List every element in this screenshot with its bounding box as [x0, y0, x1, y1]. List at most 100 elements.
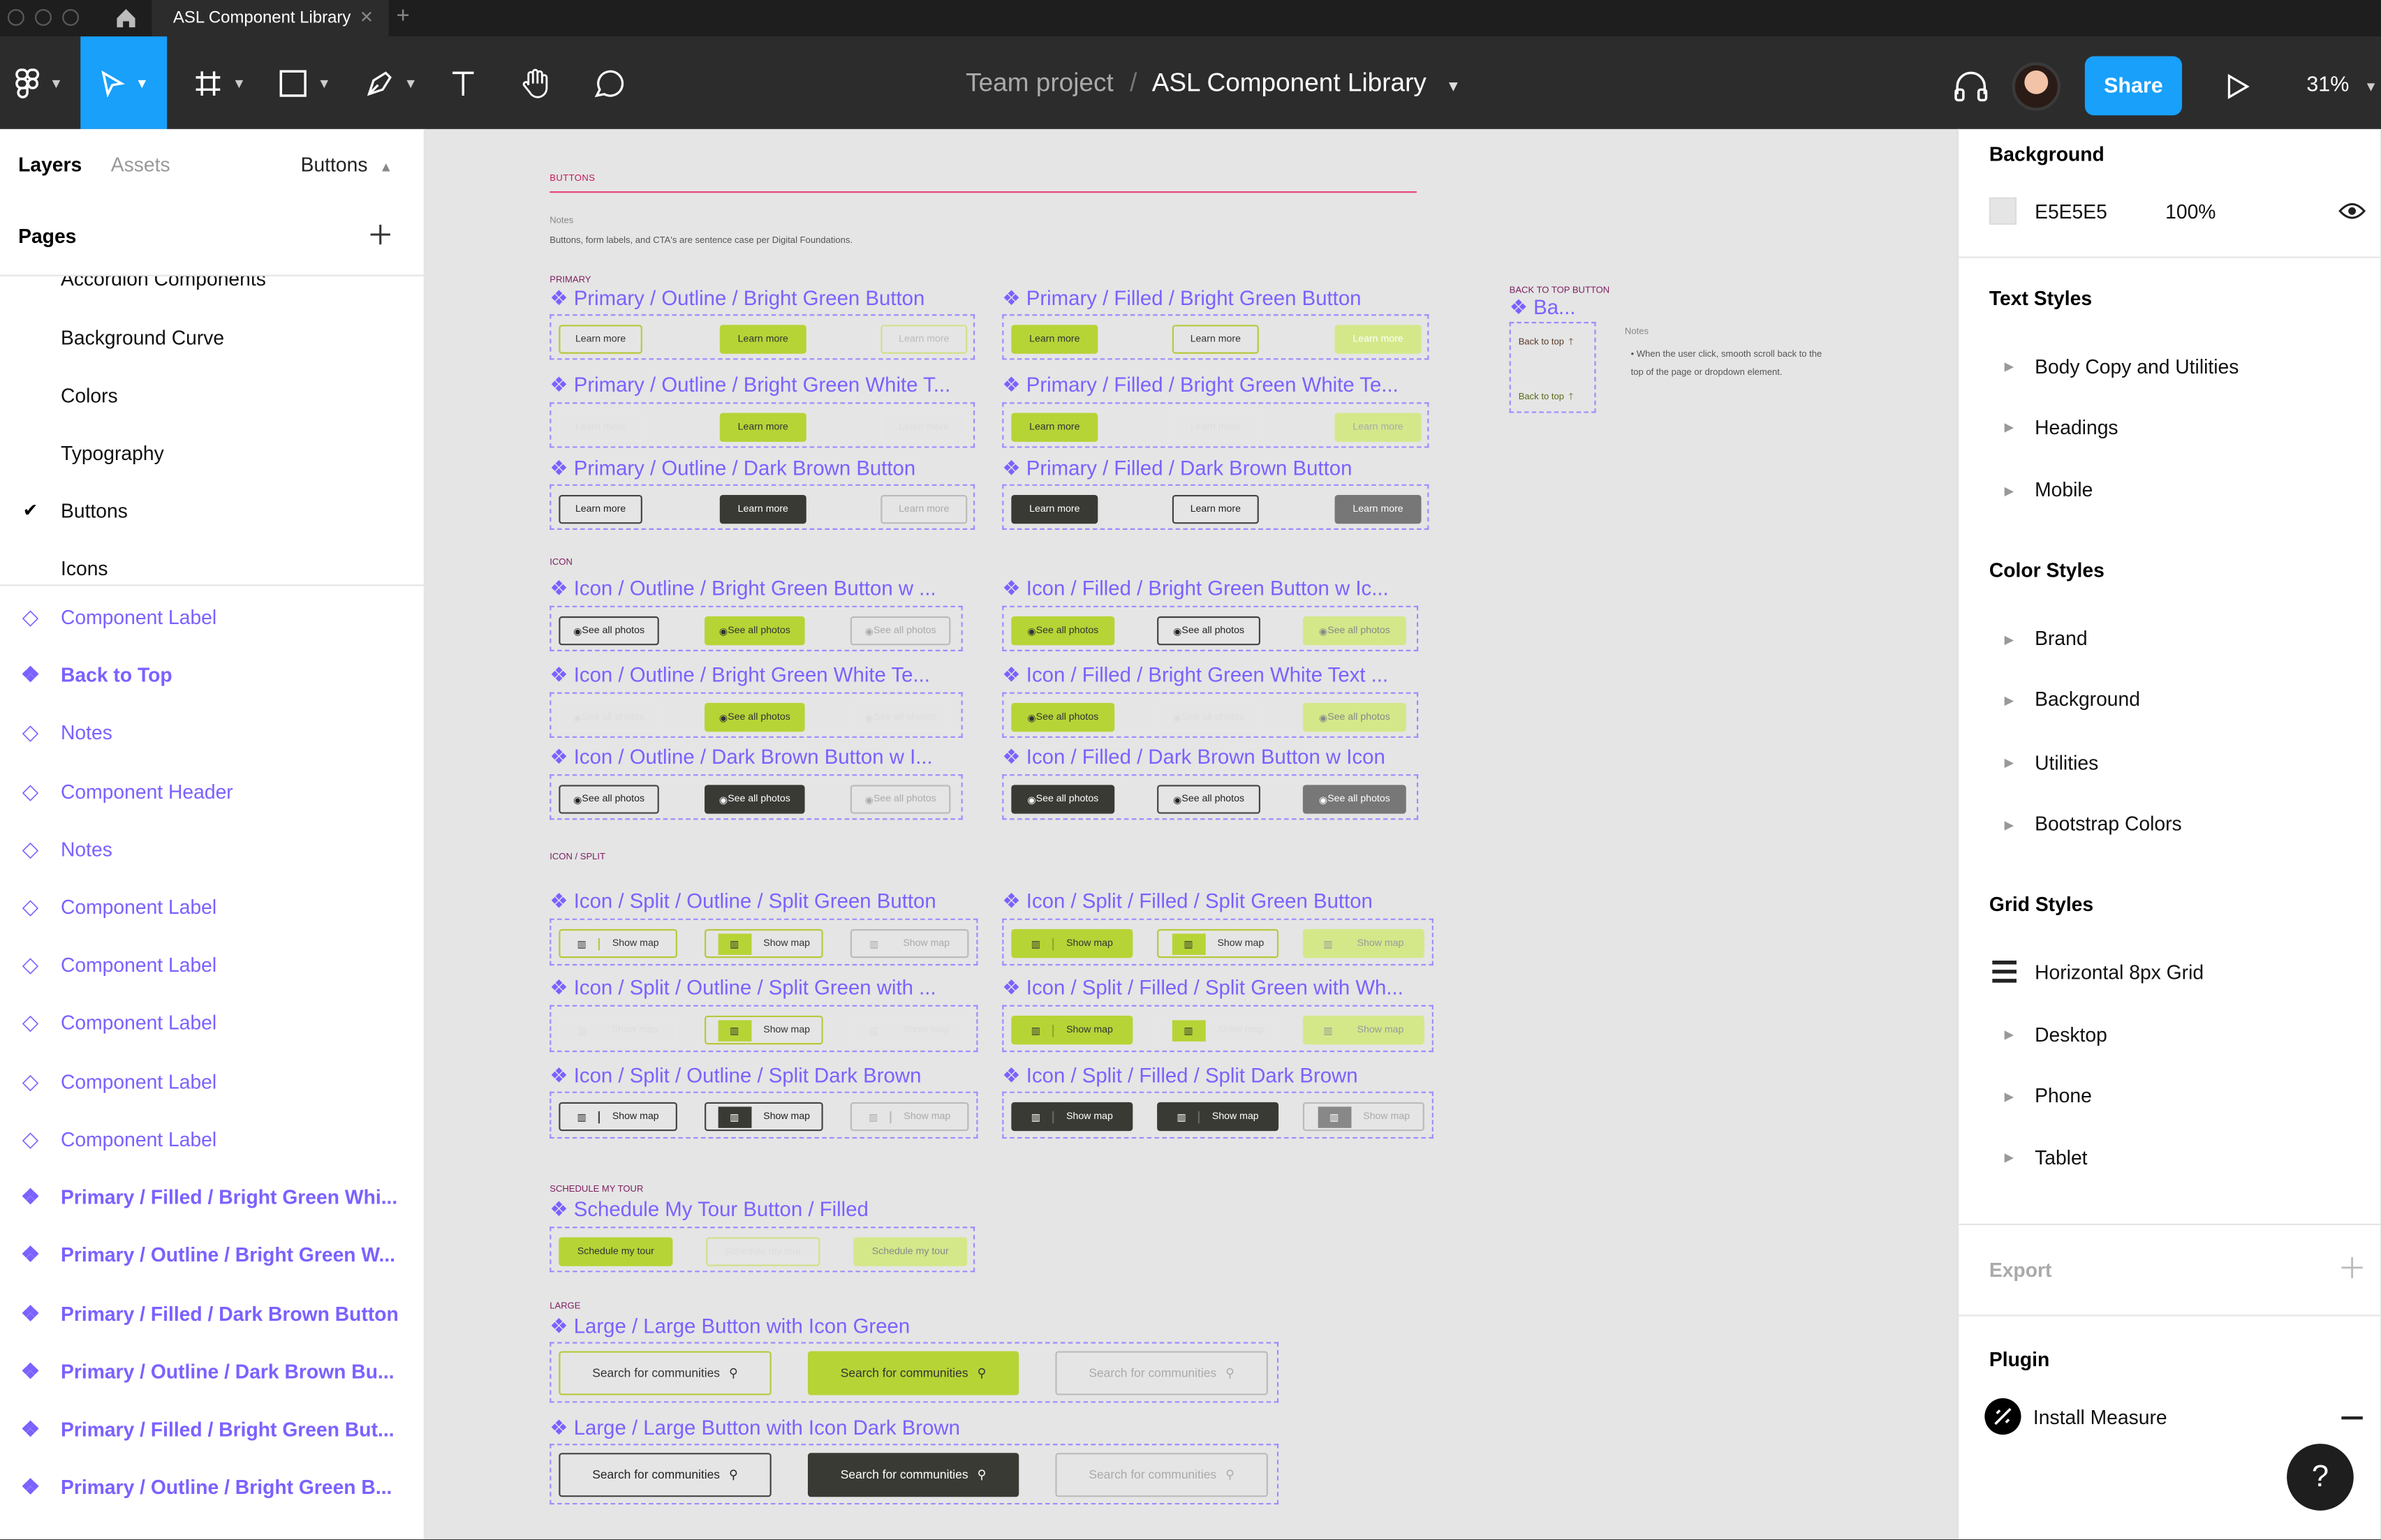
- color-style-group[interactable]: Bootstrap Colors: [2035, 812, 2182, 835]
- add-page-icon[interactable]: [369, 223, 392, 253]
- component-title[interactable]: ❖ Primary / Filled / Bright Green Button: [1002, 287, 1427, 311]
- layer-row[interactable]: ◇ Component Label: [0, 878, 425, 935]
- background-swatch[interactable]: [1989, 197, 2017, 225]
- layer-row[interactable]: ❖ Primary / Outline / Bright Green W...: [0, 1225, 425, 1283]
- component-title[interactable]: ❖ Icon / Filled / Bright Green White Tex…: [1002, 663, 1412, 688]
- learn-more-button[interactable]: Learn more: [719, 494, 806, 524]
- show-map-button[interactable]: ▥ Show map: [1302, 928, 1424, 958]
- search-communities-button[interactable]: Search for communities ⚲: [1055, 1453, 1268, 1497]
- close-tab-icon[interactable]: ✕: [360, 0, 374, 36]
- close-window-dot[interactable]: [7, 9, 24, 26]
- see-all-photos-button[interactable]: ◉ See all photos: [705, 702, 805, 732]
- component-frame[interactable]: Learn more Learn more Learn more: [1002, 402, 1429, 448]
- learn-more-button[interactable]: Learn more: [559, 494, 642, 524]
- layer-row[interactable]: ◇ Component Header: [0, 762, 425, 820]
- learn-more-button[interactable]: Learn more: [559, 413, 642, 442]
- see-all-photos-button[interactable]: ◉ See all photos: [705, 785, 805, 814]
- component-frame[interactable]: Learn more Learn more Learn more: [1002, 484, 1429, 530]
- learn-more-button[interactable]: Learn more: [1172, 325, 1259, 354]
- component-frame[interactable]: Search for communities ⚲ Search for commu…: [550, 1444, 1279, 1505]
- schedule-tour-button[interactable]: Schedule my tour: [559, 1237, 673, 1266]
- search-communities-button[interactable]: Search for communities ⚲: [807, 1453, 1019, 1497]
- canvas[interactable]: BUTTONS Notes Buttons, form labels, and …: [425, 128, 1958, 1540]
- component-frame[interactable]: ◉ See all photos ◉ See all photos ◉ See …: [550, 605, 963, 651]
- grid-style-group[interactable]: Phone: [2035, 1084, 2092, 1107]
- learn-more-button[interactable]: Learn more: [880, 413, 968, 442]
- show-map-button[interactable]: ▥ Show map: [1011, 1102, 1133, 1132]
- see-all-photos-button[interactable]: ◉ See all photos: [1011, 616, 1115, 646]
- search-communities-button[interactable]: Search for communities ⚲: [1055, 1351, 1268, 1395]
- learn-more-button[interactable]: Learn more: [880, 325, 968, 354]
- component-frame[interactable]: ◉ See all photos ◉ See all photos ◉ See …: [550, 774, 963, 820]
- see-all-photos-button[interactable]: ◉ See all photos: [1302, 616, 1406, 646]
- show-map-button[interactable]: ▥ Show map: [559, 1015, 677, 1045]
- component-frame[interactable]: Schedule my tour Schedule my tour Schedu…: [550, 1227, 975, 1273]
- component-frame[interactable]: ◉ See all photos ◉ See all photos ◉ See …: [550, 692, 963, 738]
- component-title[interactable]: ❖ Icon / Split / Filled / Split Dark Bro…: [1002, 1064, 1427, 1088]
- layer-row[interactable]: ◇ Component Label: [0, 935, 425, 993]
- new-tab-icon[interactable]: +: [397, 3, 410, 29]
- component-title[interactable]: ❖ Icon / Filled / Bright Green Button w …: [1002, 577, 1412, 601]
- layer-row[interactable]: ❖ Primary / Filled / Bright Green Whi...: [0, 1167, 425, 1225]
- see-all-photos-button[interactable]: ◉ See all photos: [559, 616, 659, 646]
- add-export-icon[interactable]: [2341, 1257, 2363, 1286]
- breadcrumb-file[interactable]: ASL Component Library: [1152, 68, 1427, 97]
- show-map-button[interactable]: ▥ Show map: [1302, 1015, 1424, 1045]
- search-communities-button[interactable]: Search for communities ⚲: [559, 1453, 772, 1497]
- see-all-photos-button[interactable]: ◉ See all photos: [1157, 702, 1261, 732]
- file-tab[interactable]: ASL Component Library ✕: [152, 0, 389, 37]
- breadcrumb-project[interactable]: Team project: [966, 68, 1114, 97]
- home-icon[interactable]: [114, 6, 138, 31]
- component-title[interactable]: ❖ Icon / Split / Outline / Split Dark Br…: [550, 1064, 975, 1088]
- see-all-photos-button[interactable]: ◉ See all photos: [1302, 702, 1406, 732]
- shape-tool-button[interactable]: ▼: [270, 36, 339, 129]
- see-all-photos-button[interactable]: ◉ See all photos: [1157, 785, 1261, 814]
- layer-row[interactable]: ◇ Notes: [0, 820, 425, 878]
- show-map-button[interactable]: ▥ Show map: [1011, 1015, 1133, 1045]
- text-style-group[interactable]: Headings: [2035, 416, 2118, 439]
- frame-tool-button[interactable]: ▼: [185, 36, 253, 129]
- component-frame[interactable]: Learn more Learn more Learn more: [550, 484, 975, 530]
- zoom-window-dot[interactable]: [62, 9, 80, 26]
- learn-more-button[interactable]: Learn more: [719, 325, 806, 354]
- text-style-group[interactable]: Body Copy and Utilities: [2035, 355, 2239, 378]
- learn-more-button[interactable]: Learn more: [1172, 494, 1259, 524]
- back-to-top-button[interactable]: Back to top 🡑: [1519, 336, 1574, 351]
- page-item[interactable]: Typography: [61, 442, 164, 465]
- page-item[interactable]: Accordion Components: [61, 276, 266, 290]
- component-title[interactable]: ❖ Primary / Filled / Dark Brown Button: [1002, 457, 1427, 482]
- background-hex[interactable]: E5E5E5: [2035, 200, 2107, 223]
- learn-more-button[interactable]: Learn more: [1334, 413, 1422, 442]
- show-map-button[interactable]: ▥ Show map: [1157, 928, 1279, 958]
- component-frame[interactable]: Learn more Learn more Learn more: [550, 314, 975, 360]
- grid-style-group[interactable]: Desktop: [2035, 1023, 2107, 1046]
- layer-row[interactable]: ❖ Primary / Filled / Bright Green But...: [0, 1400, 425, 1458]
- tab-assets[interactable]: Assets: [111, 129, 170, 202]
- back-to-top-button[interactable]: Back to top 🡑: [1519, 390, 1574, 406]
- component-frame[interactable]: ◉ See all photos ◉ See all photos ◉ See …: [1002, 692, 1419, 738]
- component-frame[interactable]: ▥ Show map ▥ Show map ▥ Show map: [1002, 1005, 1433, 1053]
- component-frame[interactable]: Back to top 🡑 Back to top 🡑: [1509, 322, 1596, 413]
- component-title[interactable]: ❖ Primary / Outline / Dark Brown Button: [550, 457, 975, 482]
- see-all-photos-button[interactable]: ◉ See all photos: [559, 702, 659, 732]
- show-map-button[interactable]: ▥ Show map: [1302, 1102, 1424, 1132]
- remove-plugin-icon[interactable]: [2341, 1416, 2363, 1419]
- show-map-button[interactable]: ▥ Show map: [559, 928, 677, 958]
- move-tool-button[interactable]: ▼: [80, 36, 168, 129]
- tab-layers[interactable]: Layers: [18, 129, 82, 202]
- show-map-button[interactable]: ▥ Show map: [1157, 1102, 1279, 1132]
- see-all-photos-button[interactable]: ◉ See all photos: [850, 616, 951, 646]
- layer-row[interactable]: ◇ Component Label: [0, 1110, 425, 1168]
- see-all-photos-button[interactable]: ◉ See all photos: [1011, 702, 1115, 732]
- show-map-button[interactable]: ▥ Show map: [850, 928, 969, 958]
- page-item[interactable]: Icons: [61, 557, 108, 580]
- component-title[interactable]: ❖ Large / Large Button with Icon Green: [550, 1315, 1005, 1339]
- component-title[interactable]: ❖ Icon / Outline / Bright Green White Te…: [550, 663, 959, 688]
- see-all-photos-button[interactable]: ◉ See all photos: [705, 616, 805, 646]
- color-style-group[interactable]: Background: [2035, 688, 2140, 711]
- see-all-photos-button[interactable]: ◉ See all photos: [559, 785, 659, 814]
- show-map-button[interactable]: ▥ Show map: [705, 928, 823, 958]
- learn-more-button[interactable]: Learn more: [1011, 494, 1098, 524]
- page-selector[interactable]: Buttons ▲: [301, 129, 393, 202]
- learn-more-button[interactable]: Learn more: [559, 325, 642, 354]
